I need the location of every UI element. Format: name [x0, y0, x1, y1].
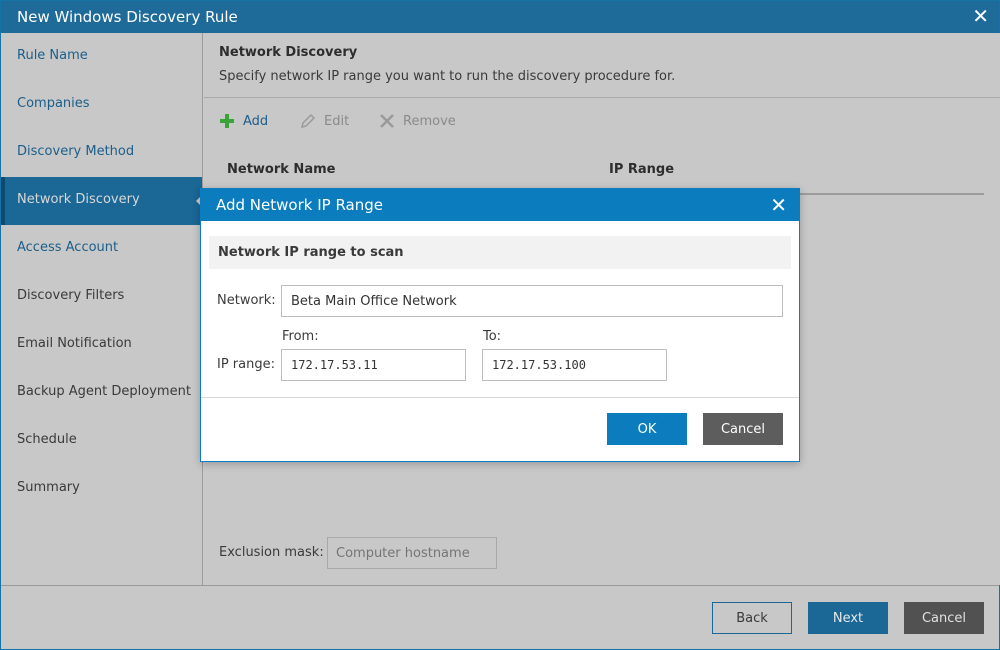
- add-button-label: Add: [243, 114, 268, 129]
- back-button[interactable]: Back: [712, 602, 792, 634]
- ip-to-input[interactable]: [482, 349, 667, 381]
- add-network-ip-range-dialog: Add Network IP Range ✕ Network IP range …: [200, 188, 800, 462]
- window-title: New Windows Discovery Rule: [17, 8, 238, 26]
- from-label: From:: [282, 329, 319, 344]
- sidebar-item-summary[interactable]: Summary: [1, 465, 202, 513]
- wizard-steps-sidebar: Rule Name Companies Discovery Method Net…: [1, 33, 203, 585]
- exclusion-mask-label: Exclusion mask:: [219, 545, 324, 560]
- sidebar-item-companies[interactable]: Companies: [1, 81, 202, 129]
- network-label: Network:: [217, 293, 276, 308]
- remove-button[interactable]: Remove: [379, 113, 456, 129]
- to-label: To:: [483, 329, 501, 344]
- dialog-cancel-button[interactable]: Cancel: [703, 413, 783, 445]
- edit-button-label: Edit: [324, 114, 349, 129]
- dialog-divider: [201, 397, 799, 398]
- plus-icon: [219, 113, 235, 129]
- step-title: Network Discovery: [219, 45, 357, 60]
- next-button[interactable]: Next: [808, 602, 888, 634]
- remove-button-label: Remove: [403, 114, 456, 129]
- step-description: Specify network IP range you want to run…: [219, 69, 675, 84]
- column-network-name[interactable]: Network Name: [227, 162, 335, 177]
- ip-range-label: IP range:: [217, 357, 275, 372]
- sidebar-item-email-notification[interactable]: Email Notification: [1, 321, 202, 369]
- sidebar-item-backup-agent-deployment[interactable]: Backup Agent Deployment: [1, 369, 202, 417]
- pencil-icon: [300, 113, 316, 129]
- edit-button[interactable]: Edit: [300, 113, 349, 129]
- close-icon[interactable]: ✕: [972, 6, 989, 26]
- sidebar-item-access-account[interactable]: Access Account: [1, 225, 202, 273]
- sidebar-item-rule-name[interactable]: Rule Name: [1, 33, 202, 81]
- title-bar: New Windows Discovery Rule ✕: [1, 1, 999, 33]
- cancel-button[interactable]: Cancel: [904, 602, 984, 634]
- dialog-close-icon[interactable]: ✕: [770, 193, 787, 217]
- section-title: Network IP range to scan: [218, 245, 404, 260]
- step-header: Network Discovery Specify network IP ran…: [204, 33, 1000, 98]
- sidebar-item-schedule[interactable]: Schedule: [1, 417, 202, 465]
- remove-x-icon: [379, 113, 395, 129]
- ok-button[interactable]: OK: [607, 413, 687, 445]
- dialog-title-bar: Add Network IP Range ✕: [201, 189, 799, 221]
- sidebar-item-discovery-method[interactable]: Discovery Method: [1, 129, 202, 177]
- sidebar-item-network-discovery[interactable]: Network Discovery: [1, 177, 202, 225]
- add-button[interactable]: Add: [219, 113, 268, 129]
- ip-from-input[interactable]: [281, 349, 466, 381]
- column-ip-range[interactable]: IP Range: [609, 162, 674, 177]
- wizard-footer: Back Next Cancel: [1, 585, 999, 649]
- network-name-input[interactable]: [281, 285, 783, 317]
- sidebar-item-discovery-filters[interactable]: Discovery Filters: [1, 273, 202, 321]
- dialog-section-header: Network IP range to scan: [209, 236, 791, 269]
- exclusion-mask-input[interactable]: [327, 537, 497, 569]
- dialog-title: Add Network IP Range: [216, 196, 383, 214]
